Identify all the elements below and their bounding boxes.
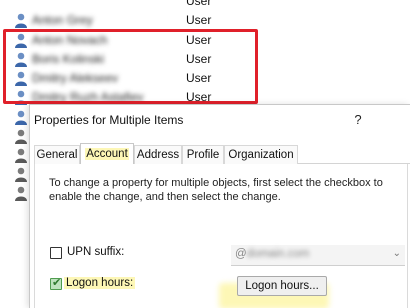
- user-icon: [15, 13, 27, 28]
- upn-suffix-checkbox[interactable]: [50, 247, 62, 259]
- user-icon: [15, 148, 27, 163]
- user-name: Anton Grey: [32, 13, 93, 27]
- instruction-text: To change a property for multiple object…: [49, 177, 383, 203]
- user-type: User: [186, 0, 212, 8]
- list-item[interactable]: Anton Grey User: [0, 11, 410, 30]
- tab-organization[interactable]: Organization: [224, 145, 298, 164]
- tab-label: General: [36, 149, 78, 161]
- properties-dialog: Properties for Multiple Items ? General …: [29, 104, 410, 308]
- tab-address[interactable]: Address: [134, 145, 182, 164]
- upn-suffix-label: UPN suffix:: [67, 246, 125, 258]
- upn-suffix-dropdown[interactable]: @domain.com ⌄: [231, 245, 405, 266]
- logon-hours-label: Logon hours:: [64, 277, 136, 289]
- tab-profile[interactable]: Profile: [182, 145, 224, 164]
- checkmark-icon: ✔: [52, 277, 62, 289]
- user-icon: [15, 167, 27, 182]
- user-name: [32, 0, 35, 8]
- logon-hours-button[interactable]: Logon hours...: [237, 276, 327, 296]
- user-icon: [15, 129, 27, 144]
- tab-label: Account: [85, 148, 129, 160]
- list-item[interactable]: User: [0, 0, 410, 11]
- tab-strip: General Account Address Profile Organiza…: [34, 143, 410, 165]
- tab-label: Address: [136, 149, 180, 161]
- user-type: User: [186, 13, 212, 27]
- chevron-down-icon: ⌄: [392, 248, 401, 259]
- help-button[interactable]: ?: [348, 109, 368, 131]
- dialog-title: Properties for Multiple Items: [34, 113, 184, 127]
- tab-general[interactable]: General: [34, 145, 80, 164]
- tab-label: Organization: [228, 149, 294, 161]
- tab-account[interactable]: Account: [80, 143, 134, 165]
- logon-hours-checkbox[interactable]: ✔: [50, 277, 62, 290]
- selection-highlight-box: [3, 29, 258, 104]
- tab-label: Profile: [186, 149, 220, 161]
- upn-suffix-value: @domain.com: [235, 248, 310, 260]
- user-icon: [15, 186, 27, 201]
- user-icon: [15, 110, 27, 125]
